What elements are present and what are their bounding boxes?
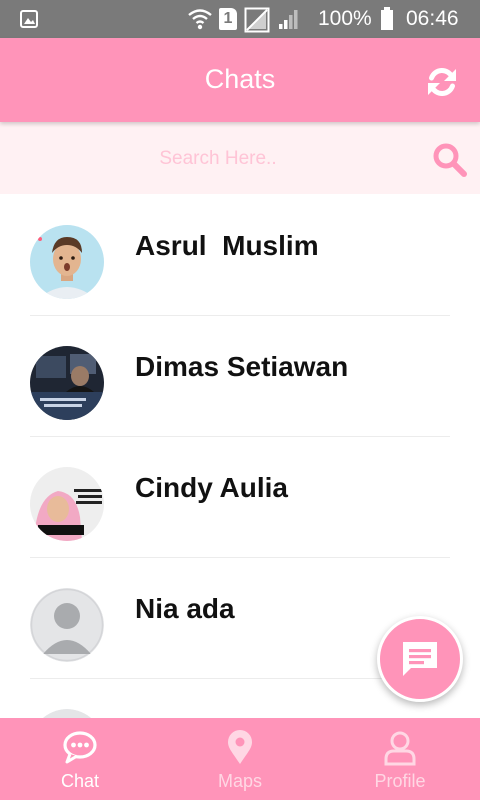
battery-percent: 100% — [318, 7, 372, 30]
avatar-default — [30, 588, 104, 662]
refresh-button[interactable] — [422, 62, 462, 102]
search-bar — [0, 122, 480, 194]
contact-name: Cindy Aulia — [135, 472, 288, 503]
chat-list-item[interactable]: Dimas Setiawan — [30, 315, 450, 437]
message-icon — [403, 642, 437, 676]
gallery-icon — [20, 10, 38, 28]
nav-label: Profile — [374, 771, 426, 791]
nav-item-maps[interactable]: Maps — [160, 718, 320, 800]
nav-label: Maps — [217, 771, 262, 791]
avatar-default — [30, 709, 104, 718]
map-pin-icon — [228, 730, 252, 764]
status-clock: 06:46 — [406, 7, 459, 30]
person-icon — [384, 731, 416, 766]
refresh-icon — [428, 67, 456, 97]
nav-item-profile[interactable]: Profile — [320, 718, 480, 800]
contact-name: Asrul Muslim — [135, 230, 319, 261]
new-message-button[interactable] — [377, 616, 463, 702]
no-sim-icon — [244, 7, 270, 33]
avatar — [30, 467, 104, 541]
nav-label: Chat — [60, 771, 100, 791]
bottom-navigation: Chat Maps Profile — [0, 718, 480, 800]
wifi-icon — [188, 9, 212, 30]
contact-name: Nia ada — [135, 593, 235, 624]
avatar — [30, 346, 104, 420]
contact-name: Dimas Setiawan — [135, 351, 349, 382]
app-bar: Chats — [0, 38, 480, 122]
status-bar: 1 100% 06:46 — [0, 0, 480, 38]
chat-list-item[interactable]: Cindy Aulia — [30, 436, 450, 558]
nav-item-chat[interactable]: Chat — [0, 718, 160, 800]
chat-icon — [63, 731, 97, 764]
chat-list-item[interactable]: Asrul Muslim — [30, 194, 450, 316]
sim-icon: 1 — [219, 8, 237, 30]
search-input[interactable] — [20, 138, 416, 180]
avatar — [30, 225, 104, 299]
page-title: Chats — [204, 64, 276, 94]
signal-icon — [279, 10, 298, 29]
search-icon[interactable] — [432, 142, 468, 178]
sim-slot-number: 1 — [223, 10, 233, 27]
battery-icon — [381, 7, 393, 30]
